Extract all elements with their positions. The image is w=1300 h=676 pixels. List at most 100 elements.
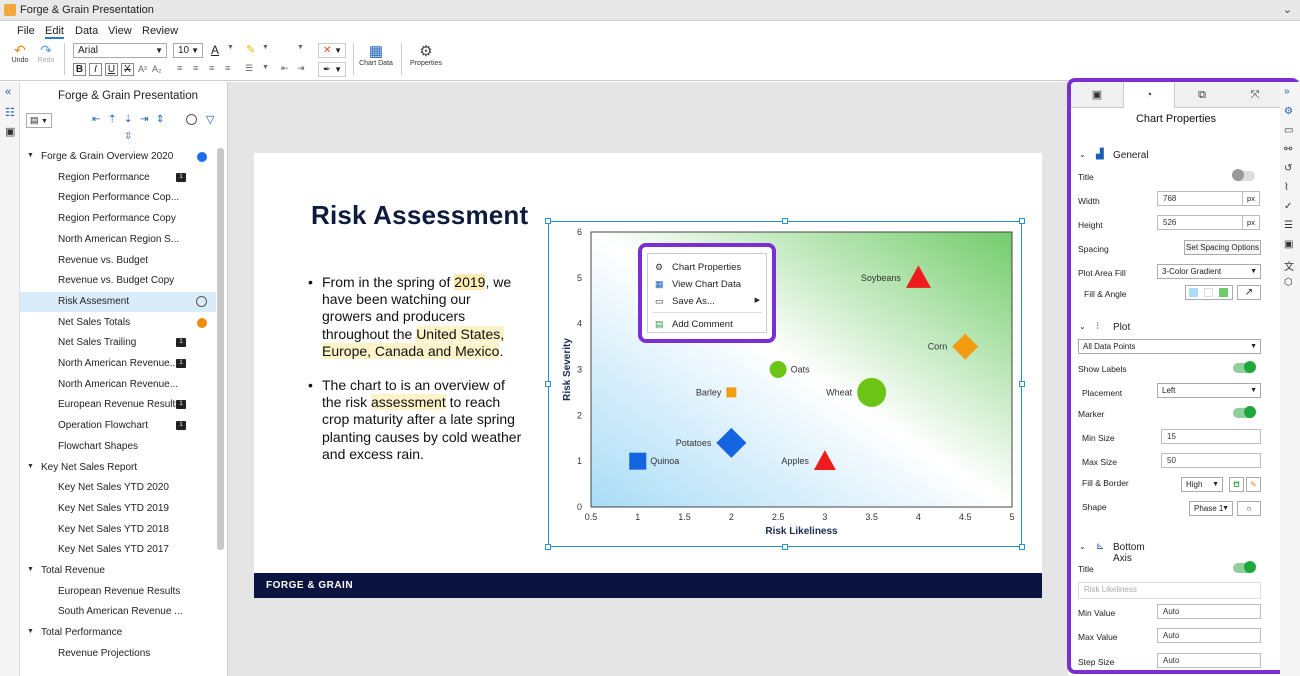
outline-item[interactable]: European Revenue Results 1 bbox=[20, 395, 216, 415]
highlight-icon[interactable]: ✎ bbox=[246, 43, 255, 56]
subscript-icon[interactable]: A₂ bbox=[152, 64, 162, 74]
translate-icon[interactable]: 文 bbox=[1284, 258, 1294, 273]
menu-file[interactable]: File bbox=[17, 25, 35, 37]
chart-data-button[interactable]: ▦ Chart Data bbox=[356, 44, 396, 68]
tab-shapes[interactable]: ⧉ bbox=[1176, 82, 1228, 108]
chevron-down-icon[interactable]: ▼ bbox=[27, 152, 34, 159]
menu-view[interactable]: View bbox=[108, 25, 132, 37]
comment-badge-icon[interactable]: 1 bbox=[176, 172, 186, 182]
title-toggle[interactable] bbox=[1232, 169, 1255, 181]
tab-slide[interactable]: ▣ bbox=[1071, 82, 1123, 108]
axis-title-input[interactable]: Risk Likeliness bbox=[1078, 582, 1261, 599]
notes-icon[interactable]: ▣ bbox=[5, 125, 15, 138]
move-last-icon[interactable]: ⇥ bbox=[140, 114, 148, 125]
properties-button[interactable]: ⚙ Properties bbox=[406, 44, 446, 68]
border-pen-icon[interactable]: ✎ bbox=[1246, 477, 1261, 492]
attachment-icon[interactable]: ⌇ bbox=[1284, 182, 1289, 193]
line-spacing-icon[interactable]: ☰ bbox=[245, 63, 253, 74]
comment-badge-icon[interactable]: 1 bbox=[176, 338, 186, 348]
indent-increase-icon[interactable]: ⇥ bbox=[297, 63, 305, 74]
data-points-select[interactable]: All Data Points ▼ bbox=[1078, 339, 1261, 354]
align-center-icon[interactable]: ≡ bbox=[193, 63, 198, 73]
outline-group[interactable]: ▼ Key Net Sales Report bbox=[20, 458, 216, 478]
strikethrough-button[interactable]: X bbox=[121, 63, 134, 76]
cube-icon[interactable]: ⬡ bbox=[1284, 277, 1293, 288]
color-swatch[interactable] bbox=[1204, 288, 1213, 297]
step-size-input[interactable]: Auto bbox=[1157, 653, 1261, 668]
menu-add-comment[interactable]: ▤ Add Comment bbox=[648, 316, 766, 333]
circle-shape-icon[interactable]: ○ bbox=[1237, 501, 1261, 516]
data-point-wheat[interactable] bbox=[857, 377, 887, 407]
shape-select[interactable]: Phase 1 ▼ bbox=[1189, 501, 1233, 516]
menu-data[interactable]: Data bbox=[75, 25, 98, 37]
view-select[interactable]: ▤ ▼ bbox=[26, 113, 52, 128]
font-color-icon[interactable]: A bbox=[211, 43, 219, 57]
outline-group[interactable]: ▼ Forge & Grain Overview 2020 bbox=[20, 147, 216, 167]
superscript-icon[interactable]: A² bbox=[138, 64, 147, 74]
outline-item[interactable]: Revenue vs. Budget Copy bbox=[20, 271, 216, 291]
max-value-input[interactable]: Auto bbox=[1157, 628, 1261, 643]
filter-icon[interactable]: ▽ bbox=[206, 113, 214, 126]
align-justify-icon[interactable]: ≡ bbox=[225, 63, 230, 73]
underline-button[interactable]: U bbox=[105, 63, 118, 76]
redo-button[interactable]: ↷ Redo bbox=[35, 43, 57, 64]
fill-border-select[interactable]: High ▼ bbox=[1181, 477, 1223, 492]
dropdown-arrow-icon[interactable]: ▼ bbox=[262, 64, 269, 71]
outline-group[interactable]: ▼ Total Revenue bbox=[20, 561, 216, 581]
color-swatch[interactable] bbox=[1219, 288, 1228, 297]
outline-item[interactable]: Net Sales Totals bbox=[20, 313, 216, 333]
outline-item[interactable]: South American Revenue ... bbox=[20, 602, 216, 622]
undo-button[interactable]: ↶ Undo bbox=[9, 43, 31, 64]
tab-arrange[interactable]: ⤧ bbox=[1229, 82, 1281, 108]
outline-scrollbar[interactable] bbox=[217, 148, 224, 550]
font-size-select[interactable]: 10 ▼ bbox=[173, 43, 203, 58]
width-input[interactable]: 768 bbox=[1157, 191, 1243, 206]
align-right-icon[interactable]: ≡ bbox=[209, 63, 214, 73]
comment-badge-icon[interactable]: 1 bbox=[176, 359, 186, 368]
chevron-down-icon[interactable]: ⌄ bbox=[1283, 3, 1292, 16]
color-swatch[interactable] bbox=[1189, 288, 1198, 297]
status-circle-icon[interactable] bbox=[186, 114, 197, 125]
menu-chart-properties[interactable]: ⚙ Chart Properties bbox=[648, 259, 766, 276]
expand-icon[interactable]: ⇕ bbox=[156, 114, 164, 125]
outline-item[interactable]: Revenue vs. Budget bbox=[20, 251, 216, 271]
comment-badge-icon[interactable]: 1 bbox=[176, 400, 186, 410]
outline-item[interactable]: Risk Assesment bbox=[20, 291, 216, 312]
menu-save-as[interactable]: ▭ Save As... ▶ bbox=[648, 293, 766, 310]
dropdown-arrow-icon[interactable]: ▼ bbox=[227, 44, 234, 51]
set-spacing-button[interactable]: Set Spacing Options bbox=[1184, 240, 1261, 255]
menu-review[interactable]: Review bbox=[142, 25, 178, 37]
chevron-down-icon[interactable]: ▼ bbox=[27, 566, 34, 573]
dropdown-arrow-icon[interactable]: ▼ bbox=[262, 44, 269, 51]
outline-item[interactable]: North American Region S... bbox=[20, 230, 216, 250]
height-input[interactable]: 526 bbox=[1157, 215, 1243, 230]
dropdown-arrow-icon[interactable]: ▼ bbox=[297, 44, 304, 51]
line-color-select[interactable]: ✒ ▼ bbox=[318, 62, 346, 77]
move-down-icon[interactable]: ⇣ bbox=[124, 114, 132, 125]
outline-item[interactable]: Region Performance Copy bbox=[20, 209, 216, 229]
plot-area-fill-select[interactable]: 3-Color Gradient ▼ bbox=[1157, 264, 1261, 279]
gradient-colors[interactable] bbox=[1185, 285, 1233, 300]
outline-item[interactable]: Region Performance Cop... bbox=[20, 188, 216, 208]
outline-item[interactable]: Net Sales Trailing 1 bbox=[20, 333, 216, 353]
menu-view-chart-data[interactable]: ▦ View Chart Data bbox=[648, 276, 766, 293]
outline-item[interactable]: Region Performance 1 bbox=[20, 168, 216, 188]
outline-item[interactable]: European Revenue Results bbox=[20, 582, 216, 602]
move-first-icon[interactable]: ⇤ bbox=[92, 114, 100, 125]
comment-icon[interactable]: ▭ bbox=[1284, 125, 1293, 136]
max-size-input[interactable]: 50 bbox=[1161, 453, 1261, 468]
fill-bucket-icon[interactable]: ⛾ bbox=[1229, 477, 1244, 492]
outline-item[interactable]: Key Net Sales YTD 2017 bbox=[20, 540, 216, 560]
tab-chart[interactable]: ◔ bbox=[1123, 82, 1175, 108]
history-icon[interactable]: ↺ bbox=[1284, 163, 1292, 174]
outline-item[interactable]: North American Revenue... bbox=[20, 375, 216, 395]
shape-fill-select[interactable]: ✕ ▼ bbox=[318, 43, 346, 58]
scatter-chart[interactable]: 0.5 1 1.5 2 2.5 3 3.5 4 4.5 5 0 1 2 3 4 5 6 Quinoa Potato… bbox=[548, 222, 1024, 548]
move-up-icon[interactable]: ⇡ bbox=[108, 114, 116, 125]
collapse-all-icon[interactable]: ⇳ bbox=[124, 131, 132, 142]
outline-group[interactable]: ▼ Total Performance bbox=[20, 623, 216, 643]
min-value-input[interactable]: Auto bbox=[1157, 604, 1261, 619]
outline-item[interactable]: Key Net Sales YTD 2020 bbox=[20, 478, 216, 498]
outline-item[interactable]: Operation Flowchart 1 bbox=[20, 416, 216, 436]
font-family-select[interactable]: Arial ▼ bbox=[73, 43, 167, 58]
